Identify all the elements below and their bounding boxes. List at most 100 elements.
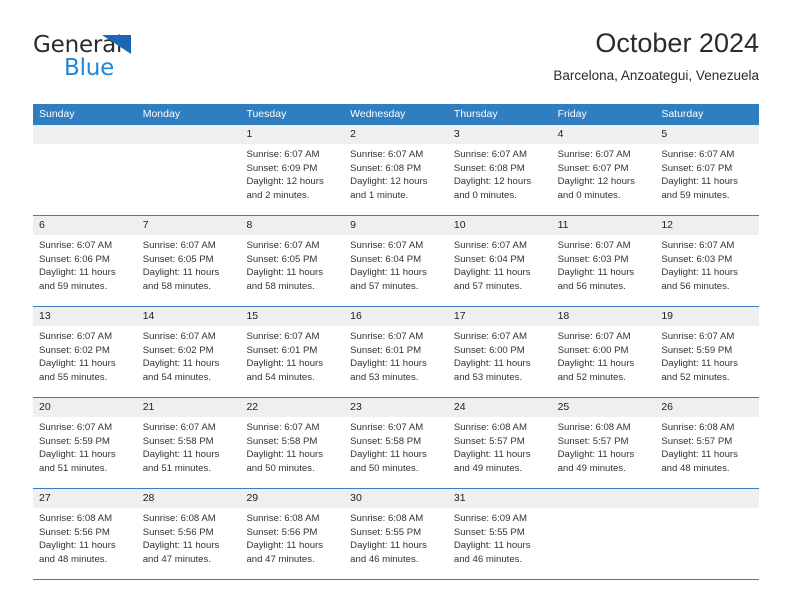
day-info-line: Sunset: 5:56 PM [246, 526, 318, 538]
day-info-line: Sunset: 5:59 PM [661, 344, 733, 356]
day-info-line: Sunset: 6:02 PM [39, 344, 110, 356]
day-cell-16[interactable]: 16 Sunrise: 6:07 AM Sunset: 6:01 PM Dayligh… [344, 307, 448, 397]
day-cell-8[interactable]: 8 Sunrise: 6:07 AM Sunset: 6:05 PM Daylight… [240, 216, 345, 306]
day-info: Sunrise: 6:07 AM Sunset: 5:58 PM Daylight:… [344, 417, 448, 475]
day-info-line: Sunrise: 6:07 AM [246, 240, 320, 251]
weekday-header-friday: Friday [557, 108, 587, 120]
weekday-header-sunday: Sunday [39, 108, 75, 120]
day-number: 27 [39, 492, 51, 504]
day-cell-7[interactable]: 7 Sunrise: 6:07 AM Sunset: 6:05 PM Daylight… [136, 216, 241, 306]
day-number-band: 18 [551, 307, 656, 326]
day-number-band: 28 [136, 489, 241, 508]
day-number-band: 7 [136, 216, 241, 235]
day-cell-18[interactable]: 18 Sunrise: 6:07 AM Sunset: 6:00 PM Dayligh… [551, 307, 656, 397]
day-cell-31[interactable]: 31 Sunrise: 6:09 AM Sunset: 5:55 PM Dayligh… [447, 489, 552, 579]
day-info-line: Daylight: 11 hours [557, 358, 635, 370]
day-info-line: Daylight: 11 hours [246, 540, 324, 552]
day-cell-17[interactable]: 17 Sunrise: 6:07 AM Sunset: 6:00 PM Dayligh… [447, 307, 552, 397]
day-number: 16 [350, 310, 362, 322]
day-info-line: Sunset: 5:55 PM [453, 526, 525, 538]
day-number-band: 20 [33, 398, 137, 417]
day-number-band: 9 [344, 216, 448, 235]
day-cell-5[interactable]: 5 Sunrise: 6:07 AM Sunset: 6:07 PM Daylight… [655, 125, 760, 215]
day-cell-empty [136, 125, 241, 215]
day-cell-13[interactable]: 13 Sunrise: 6:07 AM Sunset: 6:02 PM Dayligh… [33, 307, 137, 397]
day-number: 6 [39, 219, 45, 231]
day-cell-20[interactable]: 20 Sunrise: 6:07 AM Sunset: 5:59 PM Dayligh… [33, 398, 137, 488]
day-info: Sunrise: 6:07 AM Sunset: 6:08 PM Daylight:… [344, 144, 448, 202]
day-info-line: and 1 minute. [350, 189, 409, 201]
day-cell-23[interactable]: 23 Sunrise: 6:07 AM Sunset: 5:58 PM Dayligh… [344, 398, 448, 488]
day-info-line: Sunrise: 6:07 AM [39, 331, 113, 342]
day-info-line: and 57 minutes. [453, 280, 523, 292]
day-cell-2[interactable]: 2 Sunrise: 6:07 AM Sunset: 6:08 PM Daylight… [344, 125, 448, 215]
day-info [552, 508, 656, 512]
day-cell-25[interactable]: 25 Sunrise: 6:08 AM Sunset: 5:57 PM Dayligh… [551, 398, 656, 488]
day-number-band: 4 [551, 125, 656, 144]
day-cell-24[interactable]: 24 Sunrise: 6:08 AM Sunset: 5:57 PM Dayligh… [447, 398, 552, 488]
day-cell-15[interactable]: 15 Sunrise: 6:07 AM Sunset: 6:01 PM Dayligh… [240, 307, 345, 397]
day-cell-10[interactable]: 10 Sunrise: 6:07 AM Sunset: 6:04 PM Dayligh… [447, 216, 552, 306]
day-info: Sunrise: 6:07 AM Sunset: 6:03 PM Daylight:… [552, 235, 656, 293]
day-info: Sunrise: 6:07 AM Sunset: 6:07 PM Daylight:… [552, 144, 656, 202]
day-info-line: Daylight: 11 hours [246, 358, 324, 370]
day-info-line: Sunset: 6:02 PM [142, 344, 214, 356]
day-info: Sunrise: 6:08 AM Sunset: 5:57 PM Daylight:… [552, 417, 656, 475]
day-cell-4[interactable]: 4 Sunrise: 6:07 AM Sunset: 6:07 PM Daylight… [551, 125, 656, 215]
day-number: 26 [661, 401, 673, 413]
day-info-line: Sunset: 6:05 PM [246, 253, 318, 265]
day-number-band [136, 125, 241, 144]
day-info: Sunrise: 6:08 AM Sunset: 5:56 PM Daylight:… [137, 508, 241, 566]
day-cell-22[interactable]: 22 Sunrise: 6:07 AM Sunset: 5:58 PM Dayligh… [240, 398, 345, 488]
day-info-line: and 56 minutes. [557, 280, 626, 292]
day-info-line: Daylight: 11 hours [453, 267, 531, 279]
day-cell-empty [33, 125, 137, 215]
day-cell-14[interactable]: 14 Sunrise: 6:07 AM Sunset: 6:02 PM Dayligh… [136, 307, 241, 397]
day-cell-1[interactable]: 1 Sunrise: 6:07 AM Sunset: 6:09 PM Daylight… [240, 125, 345, 215]
day-info-line: Sunrise: 6:08 AM [661, 422, 735, 433]
calendar-grid: Sunday Monday Tuesday Wednesday Thursday Frid… [33, 104, 760, 580]
day-cell-30[interactable]: 30 Sunrise: 6:08 AM Sunset: 5:55 PM Dayligh… [344, 489, 448, 579]
day-info-line: Sunrise: 6:07 AM [453, 331, 527, 342]
day-info-line: and 47 minutes. [142, 553, 211, 565]
day-cell-12[interactable]: 12 Sunrise: 6:07 AM Sunset: 6:03 PM Dayligh… [655, 216, 760, 306]
day-info-line: Sunrise: 6:07 AM [557, 149, 631, 160]
day-info-line: and 2 minutes. [246, 189, 310, 201]
day-info: Sunrise: 6:07 AM Sunset: 5:59 PM Daylight:… [33, 417, 137, 475]
day-cell-11[interactable]: 11 Sunrise: 6:07 AM Sunset: 6:03 PM Dayligh… [551, 216, 656, 306]
day-number: 15 [246, 310, 259, 322]
day-info-line: and 54 minutes. [142, 371, 211, 383]
day-info-line: Sunset: 5:58 PM [246, 435, 318, 447]
day-cell-29[interactable]: 29 Sunrise: 6:08 AM Sunset: 5:56 PM Dayligh… [240, 489, 345, 579]
day-info-line: Sunset: 6:00 PM [557, 344, 629, 356]
day-info-line: and 53 minutes. [453, 371, 523, 383]
day-info: Sunrise: 6:07 AM Sunset: 6:00 PM Daylight:… [448, 326, 552, 384]
day-info-line: Daylight: 11 hours [39, 449, 116, 461]
day-cell-27[interactable]: 27 Sunrise: 6:08 AM Sunset: 5:56 PM Dayligh… [33, 489, 137, 579]
day-info-line: Sunset: 5:57 PM [661, 435, 733, 447]
day-cell-9[interactable]: 9 Sunrise: 6:07 AM Sunset: 6:04 PM Daylight… [344, 216, 448, 306]
day-number-band: 27 [33, 489, 137, 508]
day-cell-3[interactable]: 3 Sunrise: 6:07 AM Sunset: 6:08 PM Daylight… [447, 125, 552, 215]
day-cell-26[interactable]: 26 Sunrise: 6:08 AM Sunset: 5:57 PM Dayligh… [655, 398, 760, 488]
day-info-line: Daylight: 11 hours [350, 540, 427, 552]
weekday-header-wednesday: Wednesday [350, 108, 406, 120]
day-number: 8 [246, 219, 253, 231]
day-cell-6[interactable]: 6 Sunrise: 6:07 AM Sunset: 6:06 PM Daylight… [33, 216, 137, 306]
day-info-line: and 51 minutes. [39, 462, 108, 474]
day-cell-21[interactable]: 21 Sunrise: 6:07 AM Sunset: 5:58 PM Dayligh… [136, 398, 241, 488]
day-number-band: 21 [136, 398, 241, 417]
day-info: Sunrise: 6:07 AM Sunset: 6:08 PM Daylight:… [448, 144, 552, 202]
day-number: 18 [557, 310, 570, 322]
day-number-band [33, 125, 137, 144]
day-number: 14 [142, 310, 155, 322]
day-info-line: Daylight: 11 hours [142, 540, 220, 552]
day-number-band: 17 [447, 307, 552, 326]
day-info-line: Daylight: 11 hours [453, 449, 531, 461]
day-number-band: 11 [551, 216, 656, 235]
day-info [137, 144, 241, 148]
day-cell-28[interactable]: 28 Sunrise: 6:08 AM Sunset: 5:56 PM Dayligh… [136, 489, 241, 579]
day-cell-19[interactable]: 19 Sunrise: 6:07 AM Sunset: 5:59 PM Dayligh… [655, 307, 760, 397]
day-number: 19 [661, 310, 673, 322]
day-info [33, 144, 137, 148]
